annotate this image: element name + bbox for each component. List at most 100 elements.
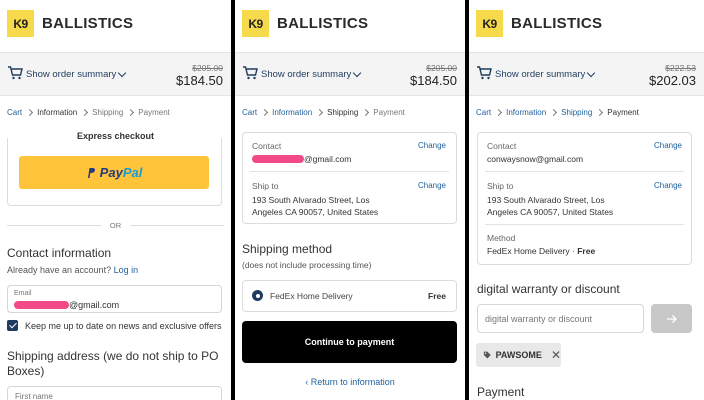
order-summary-bar[interactable]: Show order summary $205.00 $184.50 [235, 52, 465, 96]
chevron-right-icon [261, 108, 269, 117]
chevron-right-icon [495, 108, 503, 117]
change-contact-link[interactable]: Change [418, 141, 446, 150]
method-value: FedEx Home Delivery · Free [487, 246, 596, 256]
brand-name: BALLISTICS [511, 15, 603, 32]
return-link-label: Return to information [310, 377, 395, 387]
breadcrumb-cart[interactable]: Cart [476, 108, 491, 117]
or-divider: OR [7, 221, 224, 230]
shipping-address-heading: Shipping address (we do not ship to PO B… [7, 349, 219, 378]
shipping-method-note: (does not include processing time) [242, 260, 372, 270]
breadcrumb-cart[interactable]: Cart [242, 108, 257, 117]
email-value: @gmail.com [14, 300, 119, 310]
tag-icon [483, 351, 491, 359]
breadcrumb-payment: Payment [373, 108, 405, 117]
logo-mark: K9 [242, 10, 269, 37]
divider [485, 224, 684, 225]
shipping-option-price: Free [428, 291, 446, 301]
ship-to-line2: Angeles CA 90057, United States [252, 207, 379, 217]
breadcrumb-information[interactable]: Information [272, 108, 312, 117]
chevron-right-icon [127, 108, 135, 117]
ship-to-line2: Angeles CA 90057, United States [487, 207, 614, 217]
ship-to-label: Ship to [252, 181, 279, 191]
original-price: $222.53 [665, 63, 696, 73]
brand-name: BALLISTICS [277, 15, 369, 32]
chevron-right-icon [550, 108, 558, 117]
checkout-information-panel: K9 BALLISTICS Show order summary $205.00… [0, 0, 231, 400]
breadcrumb-information[interactable]: Information [506, 108, 546, 117]
account-prompt: Already have an account? Log in [7, 265, 138, 275]
shipping-option-name: FedEx Home Delivery [270, 291, 353, 301]
brand-logo[interactable]: K9 BALLISTICS [242, 10, 368, 37]
show-order-summary-toggle[interactable]: Show order summary [261, 68, 362, 80]
divider [485, 171, 684, 172]
apply-discount-button[interactable] [651, 304, 692, 333]
contact-value: @gmail.com [252, 153, 351, 165]
original-price: $205.00 [192, 63, 223, 73]
chevron-right-icon [362, 108, 370, 117]
discount-placeholder: digital warranty or discount [485, 314, 593, 324]
newsletter-checkbox[interactable] [7, 320, 18, 331]
paypal-icon [87, 167, 95, 178]
applied-discount-tag: PAWSOME ✕ [476, 343, 561, 367]
change-address-link[interactable]: Change [418, 181, 446, 190]
express-checkout-title: Express checkout [76, 131, 155, 141]
breadcrumb-cart[interactable]: Cart [7, 108, 22, 117]
login-link[interactable]: Log in [114, 265, 139, 275]
close-icon[interactable]: ✕ [551, 348, 561, 362]
order-summary-bar[interactable]: Show order summary $222.53 $202.03 [469, 52, 704, 96]
radio-selected-icon[interactable] [252, 290, 263, 301]
return-to-information-link[interactable]: ‹ Return to information [235, 377, 465, 387]
checkout-shipping-panel: K9 BALLISTICS Show order summary $205.00… [235, 0, 465, 400]
change-contact-link[interactable]: Change [654, 141, 682, 150]
redacted-text [14, 301, 69, 309]
summary-link-label: Show order summary [261, 69, 352, 80]
chevron-right-icon [316, 108, 324, 117]
show-order-summary-toggle[interactable]: Show order summary [26, 68, 127, 80]
method-price: Free [577, 246, 596, 256]
summary-link-label: Show order summary [26, 69, 117, 80]
brand-logo[interactable]: K9 BALLISTICS [476, 10, 602, 37]
continue-to-payment-button[interactable]: Continue to payment [242, 321, 457, 363]
logo-mark: K9 [476, 10, 503, 37]
breadcrumb-shipping[interactable]: Shipping [561, 108, 592, 117]
chevron-down-icon [118, 68, 127, 78]
cart-icon [243, 66, 258, 80]
payment-heading: Payment [477, 385, 525, 399]
breadcrumb: Cart Information Shipping Payment [476, 108, 639, 117]
screenshot: K9 BALLISTICS Show order summary $205.00… [0, 0, 704, 400]
discount-code: PAWSOME [495, 350, 542, 360]
first-name-field[interactable]: First name [7, 386, 222, 400]
email-field[interactable]: Email @gmail.com [7, 285, 222, 313]
shipping-method-heading: Shipping method [242, 242, 333, 256]
contact-heading: Contact information [7, 246, 112, 260]
order-summary-bar[interactable]: Show order summary $205.00 $184.50 [0, 52, 231, 96]
brand-name: BALLISTICS [42, 15, 134, 32]
account-prompt-text: Already have an account? [7, 265, 112, 275]
breadcrumb-payment: Payment [607, 108, 639, 117]
ship-to-label: Ship to [487, 181, 514, 191]
cart-icon [8, 66, 23, 80]
chevron-right-icon [26, 108, 34, 117]
method-name: FedEx Home Delivery [487, 246, 570, 256]
checkout-payment-panel: K9 BALLISTICS Show order summary $222.53… [469, 0, 704, 400]
paypal-button[interactable]: Pay Pal [19, 156, 209, 189]
breadcrumb-shipping: Shipping [327, 108, 359, 117]
breadcrumb-information: Information [37, 108, 78, 117]
email-domain: @gmail.com [69, 300, 120, 310]
newsletter-label: Keep me up to date on news and exclusive… [25, 321, 222, 331]
chevron-down-icon [587, 68, 596, 78]
cart-icon [477, 66, 492, 80]
show-order-summary-toggle[interactable]: Show order summary [495, 68, 596, 80]
discount-input[interactable]: digital warranty or discount [477, 304, 644, 333]
discount-heading: digital warranty or discount [477, 282, 620, 296]
ship-to-line1: 193 South Alvarado Street, Los [487, 195, 605, 205]
divider [250, 171, 449, 172]
original-price: $205.00 [426, 63, 457, 73]
first-name-placeholder: First name [15, 392, 53, 400]
total-price: $184.50 [410, 73, 457, 88]
brand-logo[interactable]: K9 BALLISTICS [7, 10, 133, 37]
paypal-wordmark-pay: Pay [99, 165, 123, 180]
summary-link-label: Show order summary [495, 69, 586, 80]
change-address-link[interactable]: Change [654, 181, 682, 190]
chevron-right-icon [596, 108, 604, 117]
